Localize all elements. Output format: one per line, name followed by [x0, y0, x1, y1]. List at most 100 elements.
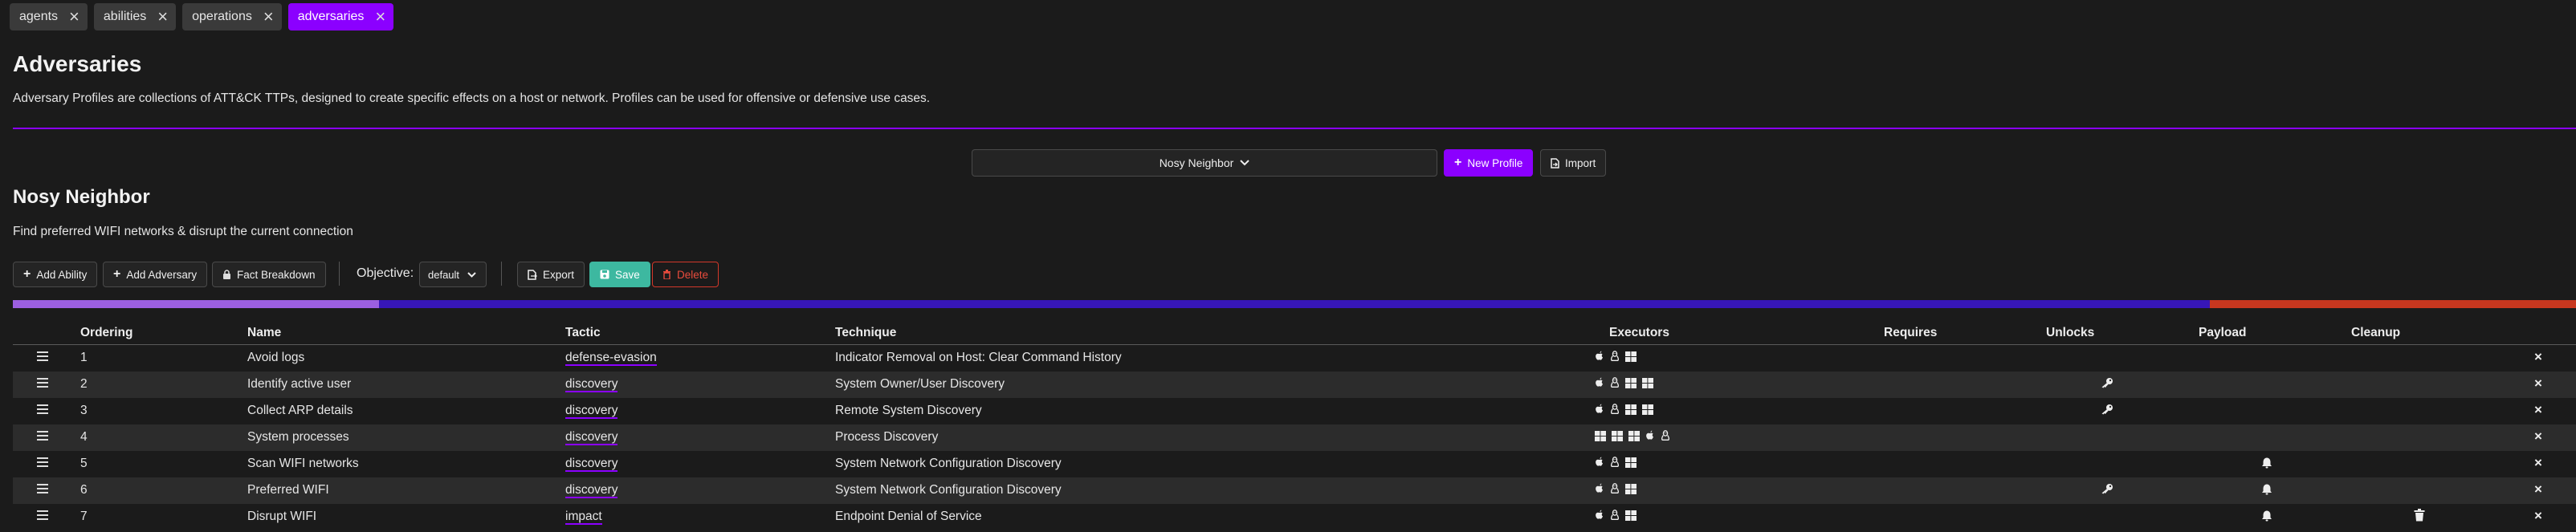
table-row[interactable]: 3 Collect ARP details discovery Remote Syst…: [13, 398, 2576, 424]
delete-label: Delete: [677, 268, 709, 281]
remove-row-icon[interactable]: ×: [2534, 349, 2542, 365]
technique-cell: System Owner/User Discovery: [835, 377, 1005, 391]
export-label: Export: [543, 268, 575, 281]
tactic-link[interactable]: defense-evasion: [565, 351, 657, 366]
drag-handle-icon[interactable]: [37, 457, 48, 469]
add-ability-button[interactable]: + Add Ability: [13, 262, 98, 287]
ordering-cell: 1: [80, 351, 88, 364]
technique-cell: Indicator Removal on Host: Clear Command…: [835, 351, 1122, 364]
table-row[interactable]: 5 Scan WIFI networks discovery System Netwo…: [13, 451, 2576, 477]
chevron-down-icon: [467, 271, 476, 278]
apple-icon: [1595, 510, 1604, 521]
tactic-link[interactable]: impact: [565, 510, 602, 525]
ordering-cell: 4: [80, 430, 88, 444]
table-row[interactable]: 4 System processes discovery Process Discov…: [13, 424, 2576, 451]
ability-name-cell[interactable]: Identify active user: [247, 377, 351, 392]
tab-label: abilities: [103, 10, 147, 23]
ability-name-cell[interactable]: Disrupt WIFI: [247, 510, 316, 524]
column-header-executors: Executors: [1609, 326, 1669, 339]
tab-adversaries[interactable]: adversaries ×: [287, 3, 394, 30]
tactic-cell: discovery: [565, 404, 618, 419]
apple-icon: [1595, 404, 1604, 415]
divider: [501, 262, 502, 286]
technique-cell: System Network Configuration Discovery: [835, 457, 1062, 470]
plus-icon: +: [1454, 156, 1462, 169]
technique-cell: Process Discovery: [835, 430, 939, 444]
windows-icon: [1625, 404, 1636, 415]
objective-select[interactable]: default: [419, 262, 487, 287]
new-profile-button[interactable]: + New Profile: [1444, 149, 1534, 177]
import-button[interactable]: Import: [1540, 149, 1607, 177]
drag-handle-icon[interactable]: [37, 431, 48, 443]
fact-breakdown-button[interactable]: Fact Breakdown: [212, 262, 326, 287]
tactic-link[interactable]: discovery: [565, 430, 618, 445]
column-header-cleanup: Cleanup: [2351, 326, 2401, 339]
remove-row-icon[interactable]: ×: [2534, 428, 2542, 445]
payload-bell-icon: [2261, 484, 2272, 499]
chevron-down-icon: [1240, 160, 1250, 166]
close-icon[interactable]: ×: [157, 8, 168, 26]
remove-row-icon[interactable]: ×: [2534, 402, 2542, 418]
remove-row-icon[interactable]: ×: [2534, 455, 2542, 471]
table-row[interactable]: 7 Disrupt WIFI impact Endpoint Denial of Se…: [13, 504, 2576, 530]
ordering-cell: 7: [80, 510, 88, 523]
tactic-link[interactable]: discovery: [565, 404, 618, 419]
save-label: Save: [615, 268, 640, 281]
close-icon[interactable]: ×: [375, 8, 385, 26]
remove-row-icon[interactable]: ×: [2534, 376, 2542, 392]
selected-profile: Nosy Neighbor: [1159, 156, 1234, 169]
add-ability-label: Add Ability: [36, 268, 88, 281]
drag-handle-icon[interactable]: [37, 351, 48, 363]
windows-icon: [1625, 377, 1636, 388]
ability-name-cell[interactable]: Scan WIFI networks: [247, 457, 359, 471]
drag-handle-icon[interactable]: [37, 510, 48, 522]
executor-icons: [1595, 510, 1636, 521]
close-icon[interactable]: ×: [69, 8, 79, 26]
add-adversary-button[interactable]: + Add Adversary: [103, 262, 208, 287]
tactic-link[interactable]: discovery: [565, 483, 618, 498]
drag-handle-icon[interactable]: [37, 378, 48, 390]
table-row[interactable]: 6 Preferred WIFI discovery System Network C…: [13, 477, 2576, 504]
tab-agents[interactable]: agents ×: [10, 3, 88, 30]
column-header-tactic: Tactic: [565, 326, 601, 339]
tactic-link[interactable]: discovery: [565, 457, 618, 472]
ordering-cell: 3: [80, 404, 88, 417]
ordering-cell: 6: [80, 483, 88, 497]
windows-icon: [1625, 483, 1636, 494]
column-header-name: Name: [247, 326, 282, 339]
tactic-cell: impact: [565, 510, 602, 525]
ability-name-cell[interactable]: Preferred WIFI: [247, 483, 329, 497]
save-button[interactable]: Save: [589, 262, 650, 287]
ability-name-cell[interactable]: System processes: [247, 430, 349, 445]
export-button[interactable]: Export: [517, 262, 585, 287]
ordering-cell: 5: [80, 457, 88, 470]
ability-name-cell[interactable]: Avoid logs: [247, 351, 304, 365]
drag-handle-icon[interactable]: [37, 484, 48, 496]
divider: [13, 128, 2576, 129]
remove-row-icon[interactable]: ×: [2534, 481, 2542, 497]
drag-handle-icon[interactable]: [37, 404, 48, 416]
table-row[interactable]: 1 Avoid logs defense-evasion Indicator Remo…: [13, 345, 2576, 372]
tactic-link[interactable]: discovery: [565, 377, 618, 392]
windows-icon: [1625, 351, 1636, 362]
page-description: Adversary Profiles are collections of AT…: [13, 91, 931, 105]
windows-icon: [1628, 430, 1640, 441]
tab-abilities[interactable]: abilities ×: [93, 3, 177, 30]
adversary-profile-select[interactable]: Nosy Neighbor: [972, 149, 1437, 177]
close-icon[interactable]: ×: [263, 8, 274, 26]
import-label: Import: [1565, 156, 1596, 169]
delete-button[interactable]: Delete: [652, 262, 719, 287]
windows-icon: [1642, 377, 1653, 388]
column-header-payload: Payload: [2199, 326, 2247, 339]
apple-icon: [1595, 483, 1604, 494]
key-icon: [2101, 483, 2113, 498]
technique-cell: Endpoint Denial of Service: [835, 510, 982, 523]
tab-operations[interactable]: operations ×: [182, 3, 282, 30]
tactic-segment-defense-evasion: [13, 300, 380, 308]
file-export-icon: [528, 269, 537, 280]
remove-row-icon[interactable]: ×: [2534, 508, 2542, 524]
ability-name-cell[interactable]: Collect ARP details: [247, 404, 353, 418]
table-row[interactable]: 2 Identify active user discovery System Own…: [13, 372, 2576, 398]
linux-icon: [1610, 483, 1620, 494]
key-icon: [2101, 377, 2113, 392]
